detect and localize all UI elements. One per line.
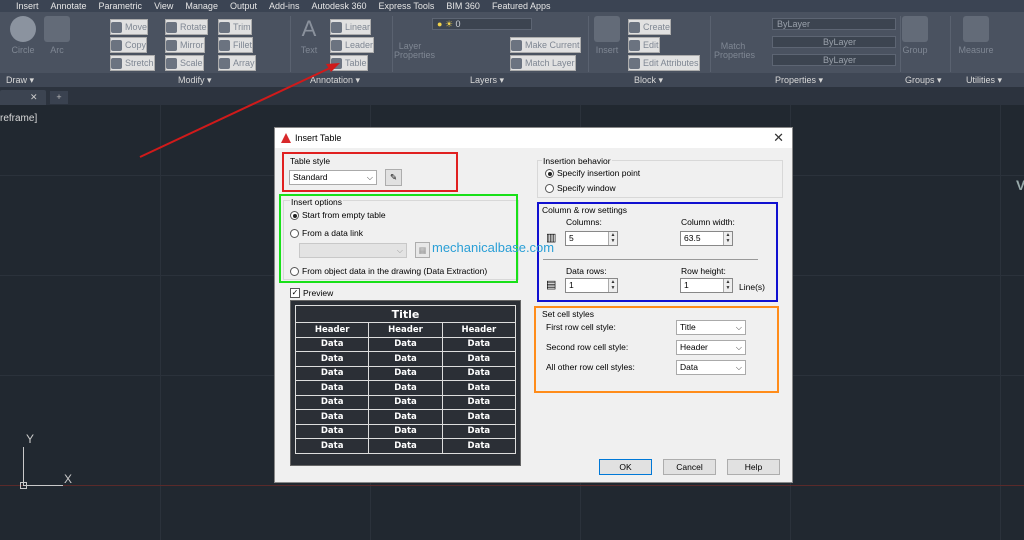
autocad-window: Insert Annotate Parametric View Manage O…: [0, 0, 1024, 540]
annotation-arrow: [139, 63, 340, 158]
